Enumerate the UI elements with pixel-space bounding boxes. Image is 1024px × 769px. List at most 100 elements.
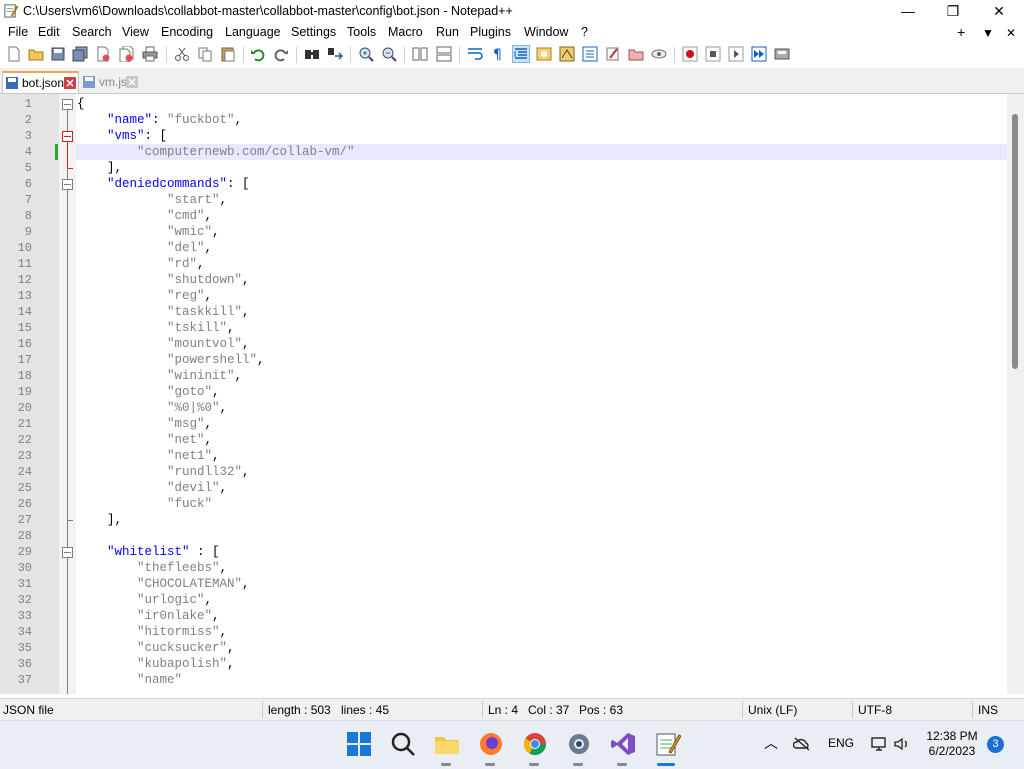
vertical-scrollbar[interactable] xyxy=(1007,94,1024,694)
onedrive-offline-icon[interactable] xyxy=(793,736,811,752)
maximize-button[interactable]: ❐ xyxy=(930,0,976,22)
file-explorer-icon[interactable] xyxy=(433,730,461,758)
indent-guide-icon[interactable] xyxy=(512,45,530,63)
code-line[interactable]: 12 "shutdown", xyxy=(0,272,1008,288)
run-macro-multiple-icon[interactable] xyxy=(751,46,767,62)
code-line[interactable]: 16 "mountvol", xyxy=(0,336,1008,352)
close-file-icon[interactable] xyxy=(95,46,111,62)
title-bar[interactable]: C:\Users\vm6\Downloads\collabbot-master\… xyxy=(0,0,1024,22)
search-icon[interactable] xyxy=(389,730,417,758)
close-document-button[interactable]: ✕ xyxy=(1006,26,1016,40)
tab-bot-json[interactable]: bot.json xyxy=(2,71,79,93)
user-defined-language-icon[interactable] xyxy=(536,46,552,62)
menu-window[interactable]: Window xyxy=(524,25,568,39)
code-line[interactable]: 20 "%0|%0", xyxy=(0,400,1008,416)
document-map-icon[interactable] xyxy=(559,46,575,62)
fold-toggle-icon[interactable] xyxy=(62,547,73,558)
close-all-icon[interactable] xyxy=(119,46,135,62)
settings-gear-icon[interactable] xyxy=(565,730,593,758)
code-line[interactable]: 32 "urlogic", xyxy=(0,592,1008,608)
status-eol-format[interactable]: Unix (LF) xyxy=(748,703,797,717)
sync-horizontal-icon[interactable] xyxy=(436,46,452,62)
network-icon[interactable] xyxy=(870,736,888,752)
code-line[interactable]: 14 "taskkill", xyxy=(0,304,1008,320)
code-line[interactable]: 2 "name": "fuckbot", xyxy=(0,112,1008,128)
code-line[interactable]: 1{ xyxy=(0,96,1008,112)
fold-toggle-icon[interactable] xyxy=(62,179,73,190)
menu-settings[interactable]: Settings xyxy=(291,25,336,39)
save-icon[interactable] xyxy=(50,46,66,62)
word-wrap-icon[interactable] xyxy=(467,46,483,62)
code-line[interactable]: 11 "rd", xyxy=(0,256,1008,272)
code-line[interactable]: 23 "net1", xyxy=(0,448,1008,464)
code-line[interactable]: 9 "wmic", xyxy=(0,224,1008,240)
code-line[interactable]: 8 "cmd", xyxy=(0,208,1008,224)
new-file-icon[interactable] xyxy=(6,46,22,62)
fold-toggle-icon[interactable] xyxy=(62,99,73,110)
code-line[interactable]: 28 xyxy=(0,528,1008,544)
status-encoding[interactable]: UTF-8 xyxy=(858,703,892,717)
copy-icon[interactable] xyxy=(197,46,213,62)
undo-icon[interactable] xyxy=(250,46,266,62)
code-line[interactable]: 7 "start", xyxy=(0,192,1008,208)
menu-view[interactable]: View xyxy=(122,25,149,39)
menu-edit[interactable]: Edit xyxy=(38,25,60,39)
volume-icon[interactable] xyxy=(893,736,911,752)
show-all-characters-icon[interactable]: ¶ xyxy=(490,46,506,62)
sync-vertical-icon[interactable] xyxy=(412,46,428,62)
windows-start-icon[interactable] xyxy=(345,730,373,758)
stop-recording-icon[interactable] xyxy=(705,46,721,62)
code-line[interactable]: 33 "ir0nlake", xyxy=(0,608,1008,624)
folder-icon[interactable] xyxy=(628,46,644,62)
menu-macro[interactable]: Macro xyxy=(388,25,423,39)
code-line[interactable]: 4 "computernewb.com/collab-vm/" xyxy=(0,144,1008,160)
firefox-icon[interactable] xyxy=(477,730,505,758)
tab-vm-js[interactable]: vm.js xyxy=(80,72,142,92)
code-line[interactable]: 29 "whitelist" : [ xyxy=(0,544,1008,560)
code-line[interactable]: 10 "del", xyxy=(0,240,1008,256)
notification-badge[interactable]: 3 xyxy=(987,736,1004,753)
code-line[interactable]: 5 ], xyxy=(0,160,1008,176)
code-line[interactable]: 30 "thefleebs", xyxy=(0,560,1008,576)
tab-list-button[interactable]: ▼ xyxy=(982,26,994,40)
new-tab-plus-button[interactable]: + xyxy=(957,24,965,40)
code-line[interactable]: 18 "wininit", xyxy=(0,368,1008,384)
code-line[interactable]: 22 "net", xyxy=(0,432,1008,448)
code-line[interactable]: 6 "deniedcommands": [ xyxy=(0,176,1008,192)
code-line[interactable]: 21 "msg", xyxy=(0,416,1008,432)
code-line[interactable]: 25 "devil", xyxy=(0,480,1008,496)
input-language[interactable]: ENG xyxy=(828,736,854,750)
code-line[interactable]: 15 "tskill", xyxy=(0,320,1008,336)
status-insert-mode[interactable]: INS xyxy=(978,703,998,717)
menu-encoding[interactable]: Encoding xyxy=(161,25,213,39)
system-clock[interactable]: 12:38 PM 6/2/2023 xyxy=(920,729,984,759)
replace-icon[interactable] xyxy=(327,46,343,62)
function-list-icon[interactable] xyxy=(582,46,598,62)
menu-search[interactable]: Search xyxy=(72,25,112,39)
text-editor[interactable]: 1{2 "name": "fuckbot", 3 "vms": [4 "compu… xyxy=(0,94,1024,694)
menu-tools[interactable]: Tools xyxy=(347,25,376,39)
show-hidden-icons-chevron-icon[interactable]: ︿ xyxy=(764,733,778,753)
record-macro-icon[interactable] xyxy=(682,46,698,62)
code-line[interactable]: 27 ], xyxy=(0,512,1008,528)
folder-as-workspace-icon[interactable] xyxy=(605,46,621,62)
code-line[interactable]: 17 "powershell", xyxy=(0,352,1008,368)
code-line[interactable]: 36 "kubapolish", xyxy=(0,656,1008,672)
redo-icon[interactable] xyxy=(273,46,289,62)
code-line[interactable]: 34 "hitormiss", xyxy=(0,624,1008,640)
notepadpp-taskbar-icon[interactable] xyxy=(653,730,681,758)
fold-toggle-icon[interactable] xyxy=(62,131,73,142)
tab-close-icon[interactable] xyxy=(126,76,138,88)
scrollbar-thumb[interactable] xyxy=(1012,114,1018,369)
print-icon[interactable] xyxy=(142,46,158,62)
code-line[interactable]: 13 "reg", xyxy=(0,288,1008,304)
code-line[interactable]: 35 "cucksucker", xyxy=(0,640,1008,656)
visual-studio-icon[interactable] xyxy=(609,730,637,758)
code-line[interactable]: 26 "fuck" xyxy=(0,496,1008,512)
menu-file[interactable]: File xyxy=(8,25,28,39)
monitoring-eye-icon[interactable] xyxy=(651,46,667,62)
code-line[interactable]: 37 "name" xyxy=(0,672,1008,688)
zoom-in-icon[interactable] xyxy=(358,46,374,62)
tab-close-icon[interactable] xyxy=(64,77,76,89)
close-button[interactable]: ✕ xyxy=(976,0,1022,22)
